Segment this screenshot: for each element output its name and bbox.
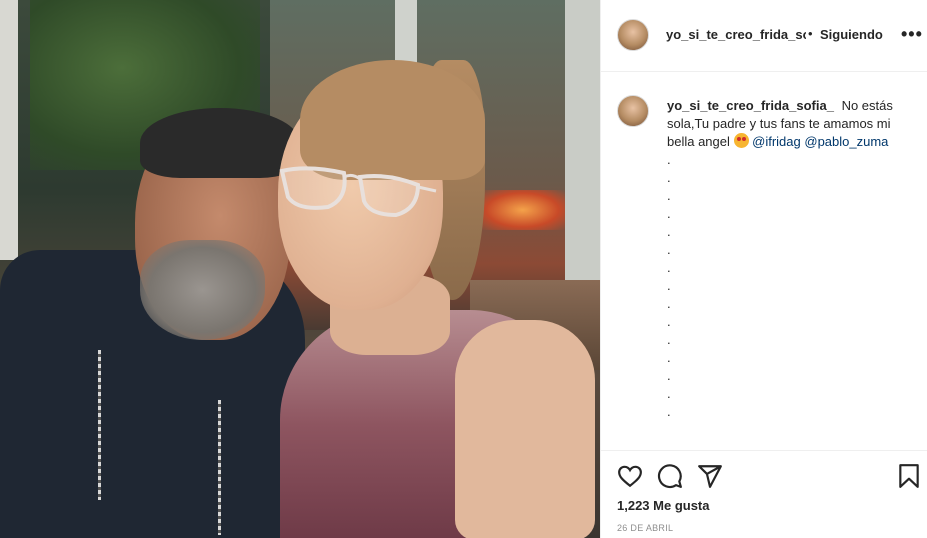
comment-icon[interactable] bbox=[657, 463, 683, 489]
avatar[interactable] bbox=[617, 19, 649, 51]
glasses bbox=[279, 166, 437, 218]
avatar[interactable] bbox=[617, 95, 649, 127]
post-sidebar: yo_si_te_creo_frida_sofia_ • Siguiendo •… bbox=[600, 0, 927, 538]
share-icon[interactable] bbox=[697, 463, 723, 489]
window-frame bbox=[0, 0, 18, 260]
fireplace bbox=[480, 190, 565, 230]
heart-eyes-emoji-icon bbox=[733, 133, 749, 148]
mention-link[interactable]: @ifridag bbox=[752, 134, 801, 149]
man-hair bbox=[140, 108, 300, 178]
action-bar: 1,223 Me gusta 26 DE ABRIL bbox=[601, 450, 927, 538]
caption-dot: . bbox=[667, 386, 671, 401]
caption-dot: . bbox=[667, 242, 671, 257]
man-beard bbox=[140, 240, 265, 340]
caption-dot: . bbox=[667, 206, 671, 221]
caption-dot: . bbox=[667, 314, 671, 329]
separator-dot: • bbox=[808, 26, 813, 41]
caption-dot: . bbox=[667, 368, 671, 383]
necklace bbox=[98, 350, 101, 500]
caption-username[interactable]: yo_si_te_creo_frida_sofia_ bbox=[667, 98, 834, 113]
woman-arm bbox=[455, 320, 595, 538]
post-header: yo_si_te_creo_frida_sofia_ • Siguiendo •… bbox=[601, 0, 927, 72]
caption-dot: . bbox=[667, 350, 671, 365]
heart-icon[interactable] bbox=[617, 463, 643, 489]
mention-link[interactable]: @pablo_zuma bbox=[804, 134, 888, 149]
bookmark-icon[interactable] bbox=[896, 463, 922, 489]
necklace bbox=[218, 400, 221, 535]
following-button[interactable]: Siguiendo bbox=[820, 27, 883, 42]
caption-dot: . bbox=[667, 278, 671, 293]
caption-text: yo_si_te_creo_frida_sofia_ No estás sola… bbox=[667, 97, 917, 151]
like-count[interactable]: 1,223 Me gusta bbox=[617, 498, 710, 513]
post-photo[interactable] bbox=[0, 0, 600, 538]
username-link[interactable]: yo_si_te_creo_frida_sofia_ bbox=[666, 27, 806, 42]
caption-dot: . bbox=[667, 152, 671, 167]
post-date[interactable]: 26 DE ABRIL bbox=[617, 523, 673, 533]
caption-dot: . bbox=[667, 260, 671, 275]
caption-dot: . bbox=[667, 170, 671, 185]
window-frame bbox=[565, 0, 600, 280]
caption-dot: . bbox=[667, 404, 671, 419]
caption-dot: . bbox=[667, 188, 671, 203]
woman-hair bbox=[300, 60, 485, 180]
caption-dots: . . . . . . . . . . . . . . . bbox=[667, 151, 671, 421]
caption-dot: . bbox=[667, 296, 671, 311]
caption-dot: . bbox=[667, 224, 671, 239]
caption-dot: . bbox=[667, 332, 671, 347]
more-options-icon[interactable]: ••• bbox=[901, 24, 923, 45]
